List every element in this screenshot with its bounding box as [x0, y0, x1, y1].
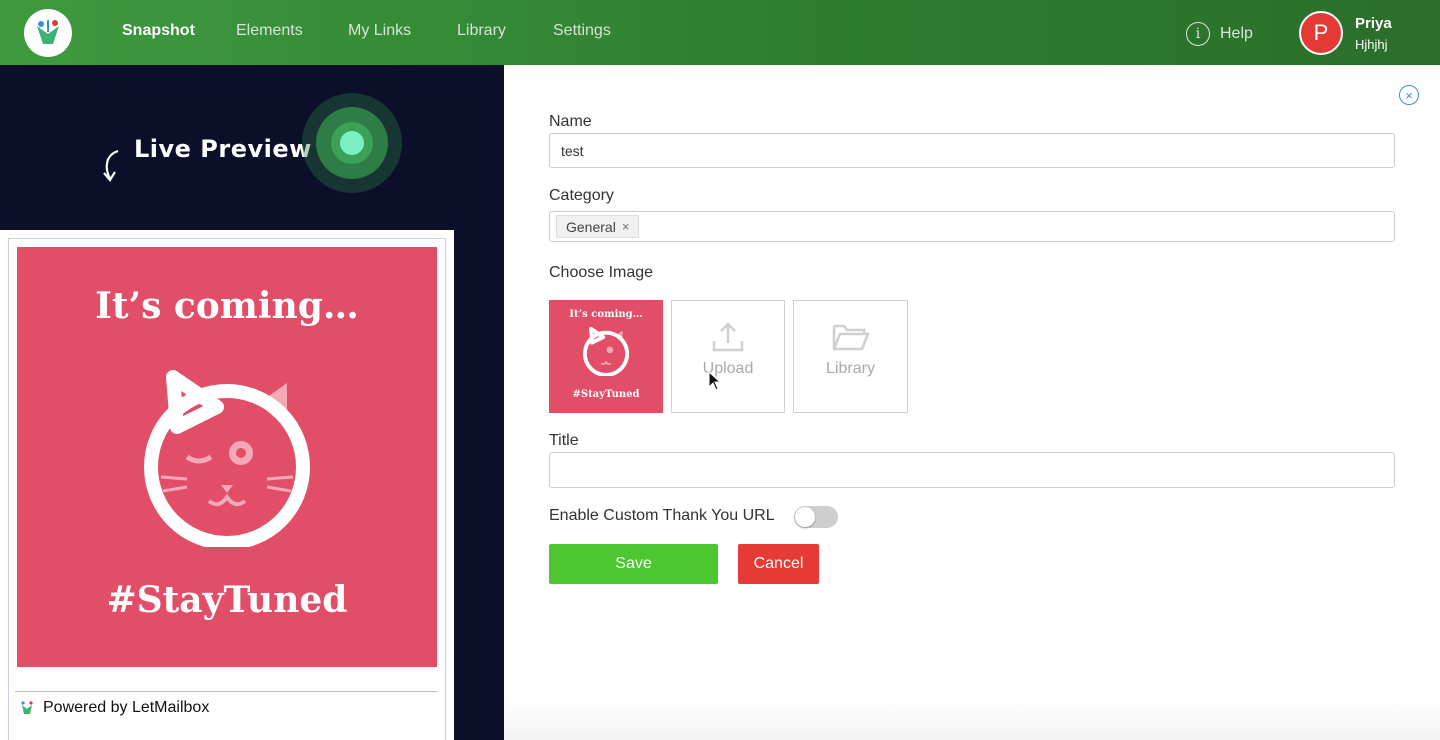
curved-arrow-icon — [103, 149, 119, 182]
nav-my-links[interactable]: My Links — [348, 22, 411, 40]
thumbnail-bottom-text: #StayTuned — [572, 389, 640, 400]
save-button[interactable]: Save — [549, 544, 718, 584]
help-label: Help — [1220, 25, 1253, 42]
category-tag-label: General — [566, 218, 616, 235]
live-indicator-icon — [302, 93, 402, 193]
thankyou-url-toggle[interactable] — [794, 506, 838, 528]
app-logo[interactable] — [24, 9, 72, 57]
bottom-fade — [504, 700, 1440, 740]
divider — [15, 691, 437, 692]
user-name: Priya — [1355, 15, 1392, 32]
category-tag: General × — [556, 215, 640, 238]
preview-image: It’s coming… #StayTuned — [17, 247, 437, 667]
top-navbar: Snapshot Elements My Links Library Setti… — [0, 0, 1440, 65]
selected-image-thumbnail[interactable]: It’s coming… #StayTuned — [549, 300, 663, 413]
remove-tag-icon[interactable]: × — [622, 219, 630, 234]
nav-snapshot[interactable]: Snapshot — [122, 22, 195, 40]
user-subtitle: Hjhjhj — [1355, 37, 1388, 52]
logo-icon — [37, 20, 59, 44]
letmailbox-logo-icon — [21, 701, 33, 714]
preview-card: It’s coming… #StayTuned Powered by LetMa… — [0, 230, 454, 740]
name-label: Name — [549, 113, 592, 130]
thankyou-url-label: Enable Custom Thank You URL — [549, 507, 775, 524]
title-input[interactable] — [549, 452, 1395, 488]
library-label: Library — [826, 360, 875, 377]
nav-elements[interactable]: Elements — [236, 22, 303, 40]
close-icon[interactable]: × — [1399, 85, 1419, 105]
choose-image-label: Choose Image — [549, 264, 654, 281]
help-link[interactable]: i Help — [1186, 22, 1253, 46]
nav-library[interactable]: Library — [457, 22, 506, 40]
library-image-button[interactable]: Library — [793, 300, 908, 413]
preview-image-bottom-text: #StayTuned — [106, 579, 348, 621]
folder-open-icon — [832, 324, 869, 351]
info-icon: i — [1186, 22, 1210, 46]
live-preview-heading: Live Preview — [134, 135, 312, 163]
mouse-cursor-icon — [708, 371, 722, 391]
category-label: Category — [549, 187, 614, 204]
preview-image-top-text: It’s coming… — [95, 285, 359, 327]
upload-icon — [712, 322, 744, 352]
title-label: Title — [549, 432, 579, 449]
winking-cat-icon — [144, 370, 310, 547]
powered-by[interactable]: Powered by LetMailbox — [19, 699, 209, 717]
upload-label: Upload — [702, 360, 754, 377]
toggle-knob — [795, 507, 815, 527]
thumbnail-top-text: It’s coming… — [569, 309, 643, 320]
category-select[interactable] — [549, 211, 1395, 242]
cancel-button[interactable]: Cancel — [738, 544, 819, 584]
upload-image-button[interactable]: Upload — [671, 300, 785, 413]
live-preview-panel: Live Preview It’s coming… #StayTuned Pow… — [0, 65, 504, 740]
name-input[interactable] — [549, 133, 1395, 168]
thumbnail-cat-icon — [582, 326, 630, 376]
user-avatar[interactable]: P — [1299, 11, 1343, 55]
nav-settings[interactable]: Settings — [553, 22, 611, 40]
powered-by-text: Powered by LetMailbox — [43, 699, 210, 716]
